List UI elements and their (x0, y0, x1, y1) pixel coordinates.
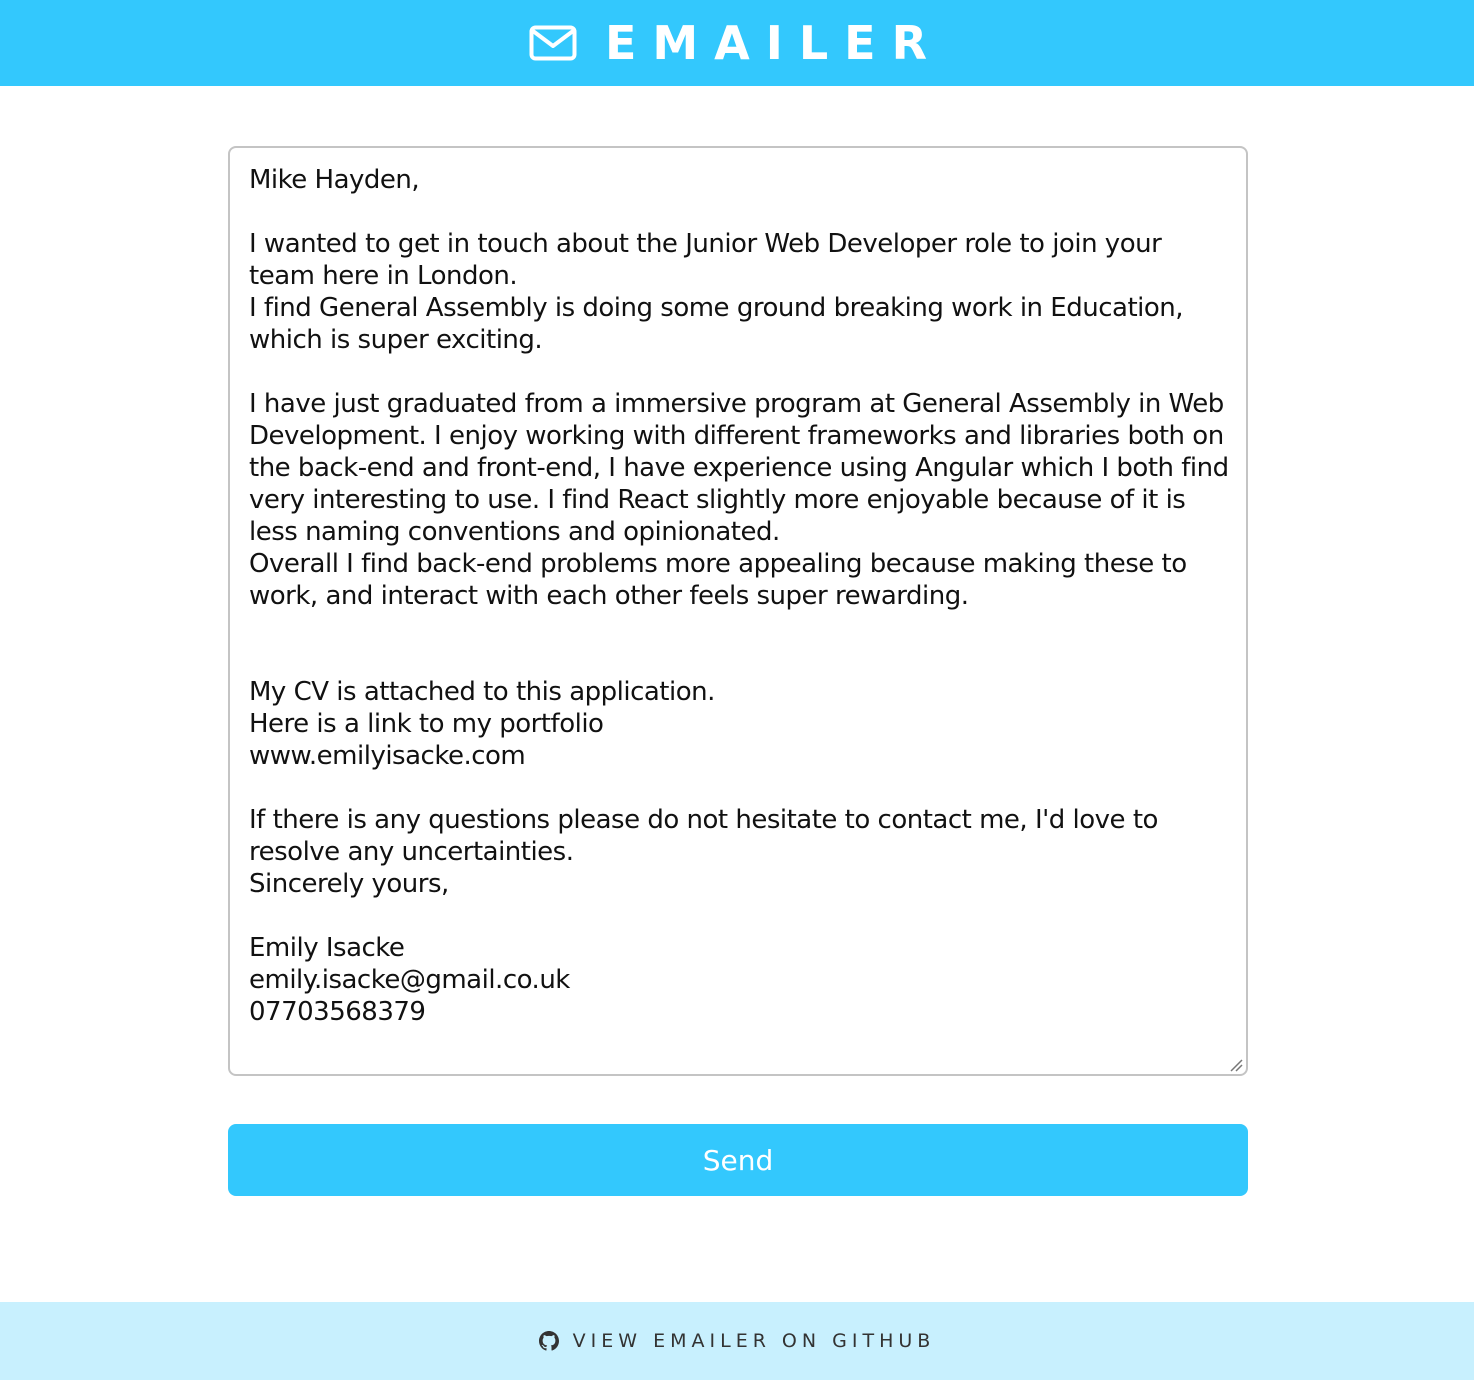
envelope-icon (529, 25, 577, 61)
app-header: EMAILER (0, 0, 1474, 86)
page: EMAILER Mike Hayden, I wanted to get in … (0, 0, 1474, 1380)
email-body-text: Mike Hayden, I wanted to get in touch ab… (249, 165, 1229, 1027)
email-textarea[interactable]: Mike Hayden, I wanted to get in touch ab… (228, 146, 1248, 1076)
github-link[interactable]: VIEW EMAILER ON GITHUB (538, 1330, 936, 1352)
app-title: EMAILER (604, 16, 944, 70)
github-icon (538, 1331, 559, 1351)
send-button[interactable]: Send (228, 1124, 1248, 1196)
github-link-label: VIEW EMAILER ON GITHUB (572, 1330, 936, 1352)
resize-handle-icon[interactable] (1229, 1057, 1243, 1072)
footer: VIEW EMAILER ON GITHUB (0, 1302, 1474, 1380)
brand: EMAILER (529, 0, 943, 86)
